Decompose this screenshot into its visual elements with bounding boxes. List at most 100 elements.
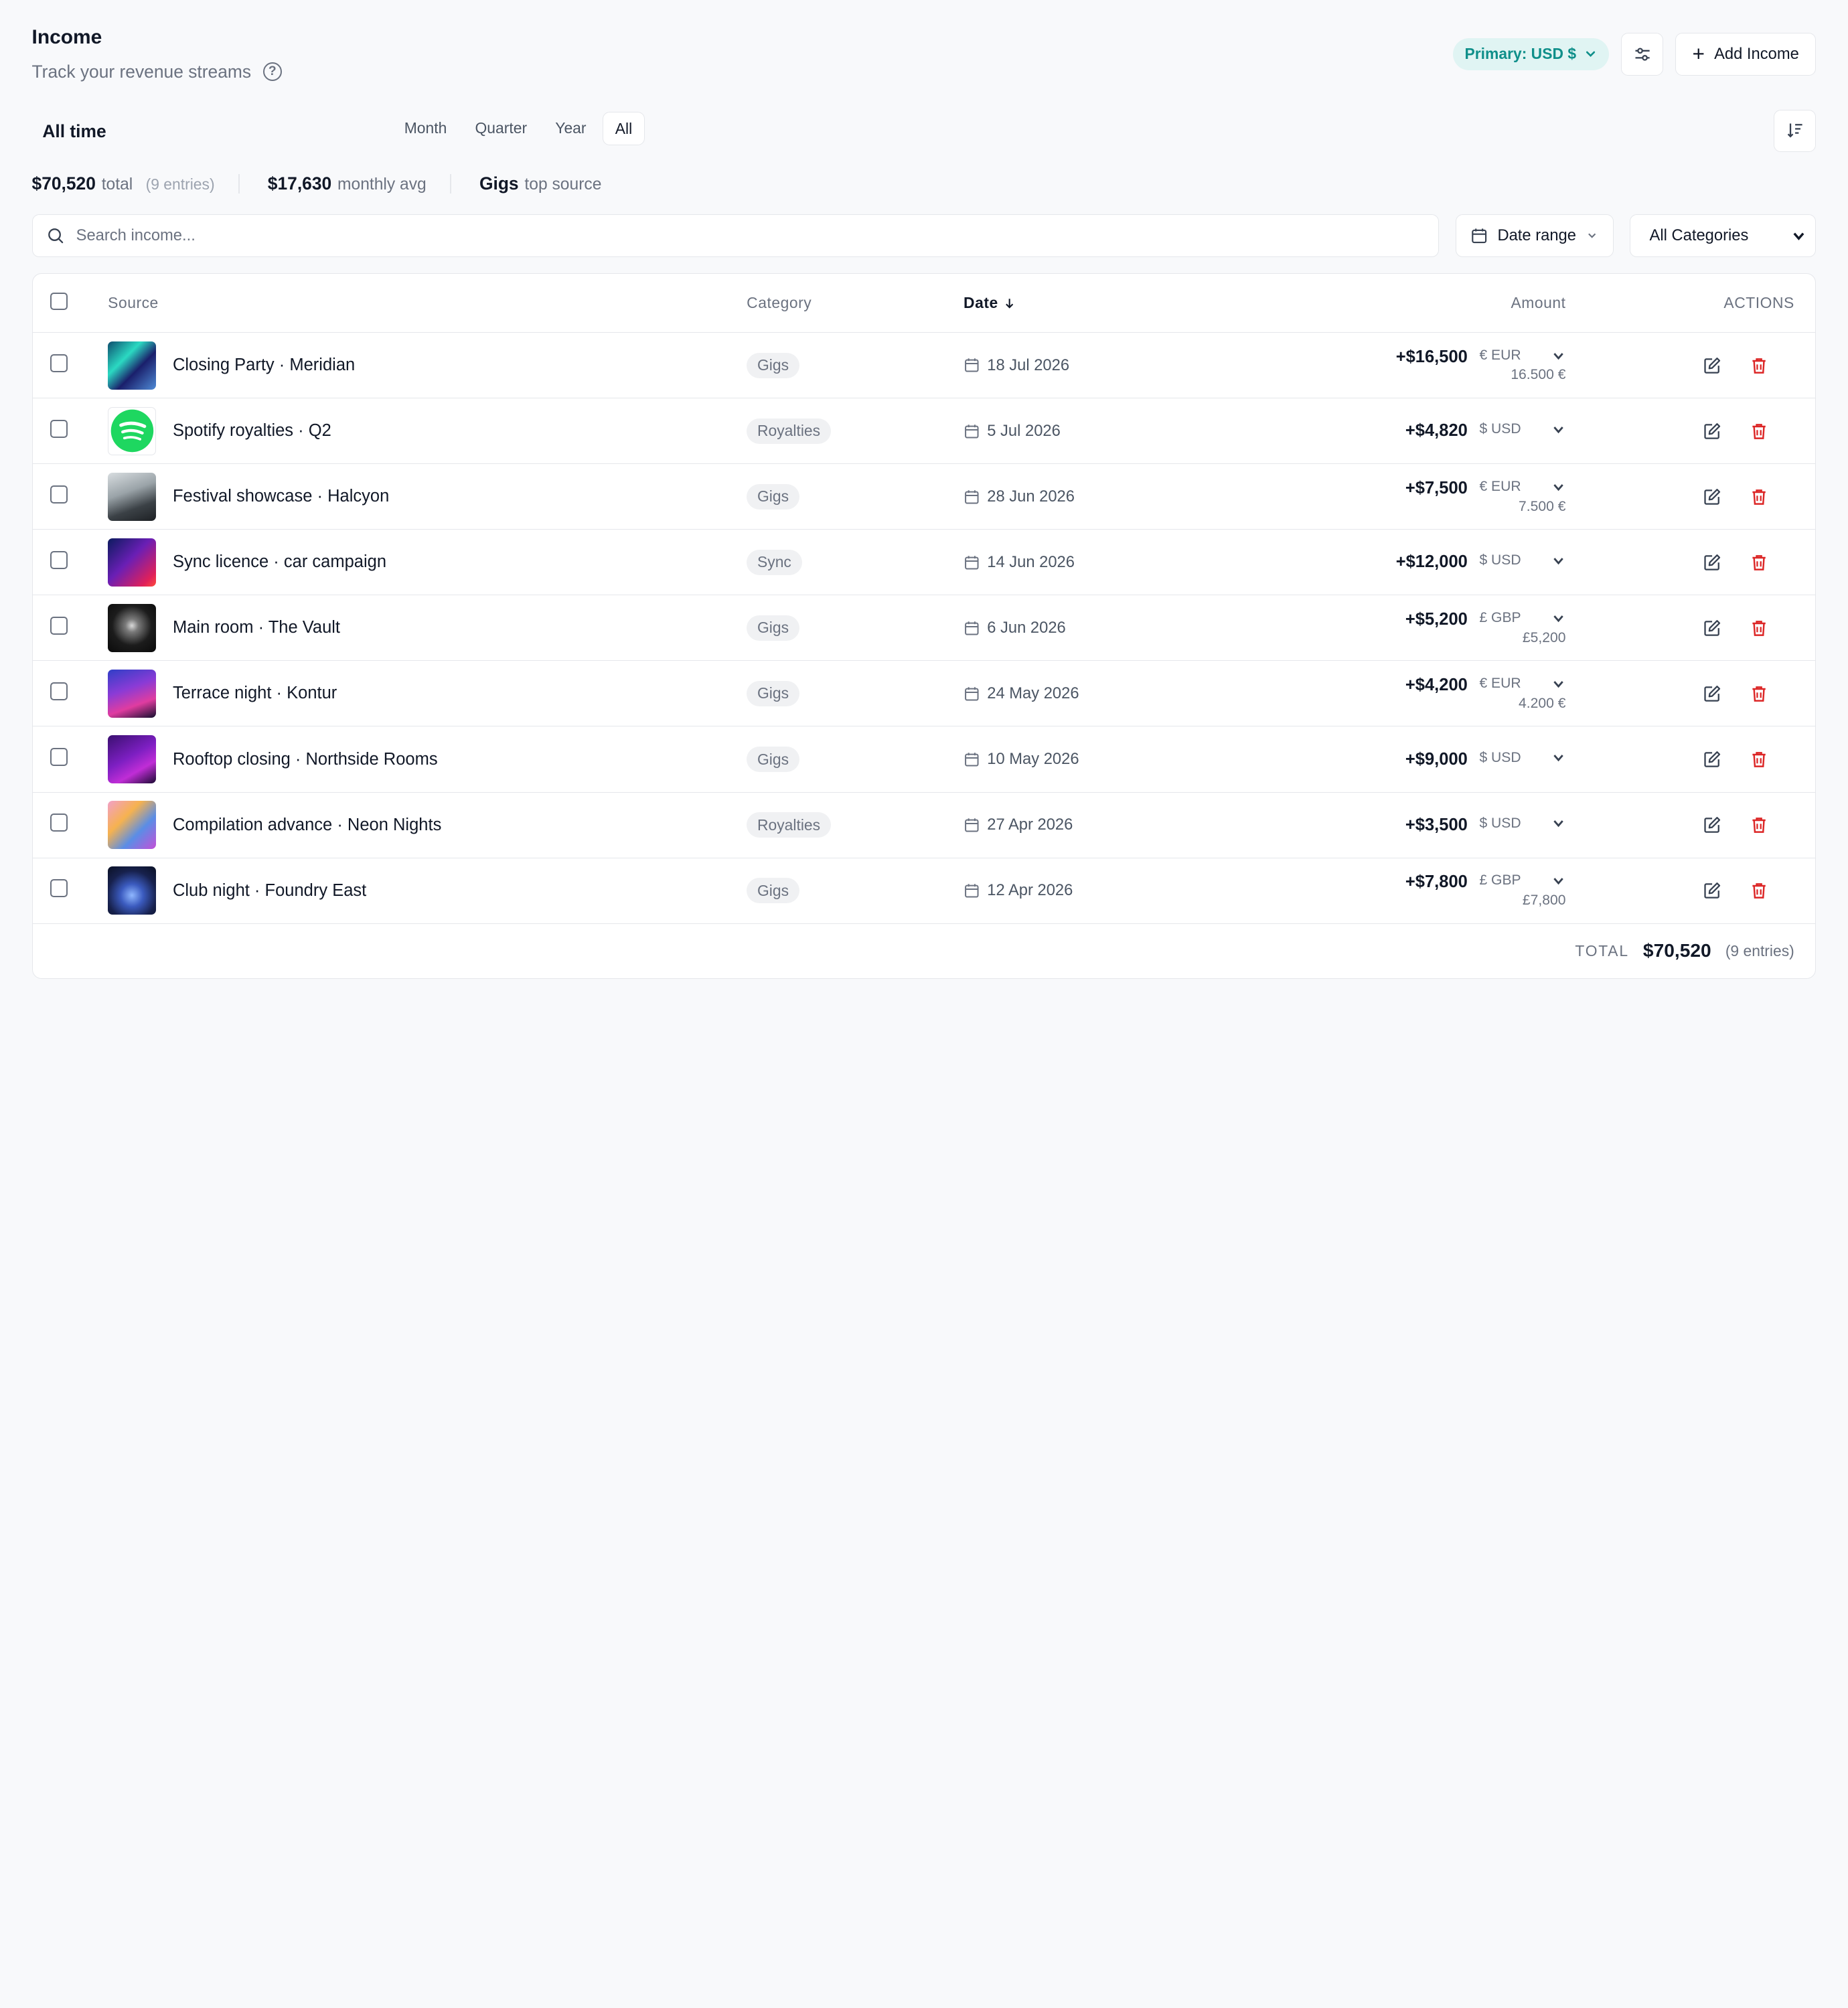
source-thumbnail <box>108 472 157 521</box>
trash-icon[interactable] <box>1750 816 1768 834</box>
amount-info: +$4,200 € EUR 4.200 € <box>1252 676 1566 711</box>
column-category[interactable]: Category <box>747 294 964 312</box>
amount-meta: £ GBP £5,200 <box>1479 610 1565 645</box>
chevron-down-icon[interactable] <box>1551 611 1565 625</box>
row-checkbox[interactable] <box>50 551 68 569</box>
row-select-cell <box>33 485 108 508</box>
trash-icon[interactable] <box>1750 750 1768 769</box>
edit-icon[interactable] <box>1703 619 1721 637</box>
date-range-label: Date range <box>1497 226 1576 244</box>
tab-quarter[interactable]: Quarter <box>463 112 539 145</box>
row-checkbox[interactable] <box>50 354 68 372</box>
amount-original: 4.200 € <box>1519 695 1566 711</box>
column-source[interactable]: Source <box>108 294 747 312</box>
edit-icon[interactable] <box>1703 684 1721 703</box>
table-header: Source Category Date Amount ACTIONS <box>32 274 1816 333</box>
chevron-down-icon[interactable] <box>1551 422 1565 437</box>
calendar-icon <box>965 358 979 373</box>
chevron-down-icon[interactable] <box>1551 554 1565 568</box>
row-checkbox[interactable] <box>50 879 68 897</box>
category-select[interactable]: All Categories <box>1630 214 1817 257</box>
row-actions <box>1565 619 1794 637</box>
trash-icon[interactable] <box>1750 881 1768 900</box>
source-thumbnail <box>108 866 157 915</box>
help-icon[interactable]: ? <box>262 62 282 82</box>
table-row: Closing Party · Meridian Gigs 18 Jul 202… <box>32 333 1816 399</box>
chevron-down-icon[interactable] <box>1551 480 1565 494</box>
tab-all[interactable]: All <box>603 112 645 146</box>
edit-icon[interactable] <box>1703 356 1721 375</box>
amount-currency-row: $ USD <box>1479 552 1565 568</box>
stat-top-source: Gigs top source <box>479 173 601 194</box>
date-info: 18 Jul 2026 <box>964 356 1252 375</box>
trash-icon[interactable] <box>1750 487 1768 506</box>
tab-month[interactable]: Month <box>392 112 459 145</box>
calendar-icon <box>1472 228 1487 243</box>
actions-cell <box>1565 356 1815 375</box>
date-cell: 14 Jun 2026 <box>964 553 1252 572</box>
edit-icon[interactable] <box>1703 422 1721 441</box>
footer-entries: (9 entries) <box>1725 941 1794 959</box>
tab-year[interactable]: Year <box>544 112 598 145</box>
chevron-down-icon[interactable] <box>1551 816 1565 830</box>
plus-icon: + <box>1692 42 1705 66</box>
date-value: 24 May 2026 <box>987 684 1079 702</box>
category-badge: Gigs <box>747 353 799 378</box>
amount-meta: $ USD <box>1479 552 1565 568</box>
calendar-icon <box>965 752 979 767</box>
sort-icon <box>1787 123 1802 138</box>
row-checkbox[interactable] <box>50 682 68 700</box>
amount-currency-row: € EUR <box>1479 676 1565 692</box>
trash-icon[interactable] <box>1750 553 1768 572</box>
column-amount[interactable]: Amount <box>1252 294 1565 312</box>
amount-cell: +$3,500 $ USD <box>1252 816 1565 835</box>
calendar-icon <box>965 424 979 439</box>
chevron-down-icon[interactable] <box>1551 874 1565 888</box>
edit-icon[interactable] <box>1703 881 1721 900</box>
category-cell: Sync <box>747 550 964 575</box>
date-info: 28 Jun 2026 <box>964 487 1252 506</box>
edit-icon[interactable] <box>1703 553 1721 572</box>
amount-cell: +$16,500 € EUR 16.500 € <box>1252 347 1566 383</box>
date-range-picker[interactable]: Date range <box>1455 214 1614 257</box>
add-income-button[interactable]: + Add Income <box>1675 33 1817 76</box>
stat-total-value: $70,520 <box>31 173 96 194</box>
actions-cell <box>1565 487 1815 506</box>
chevron-down-icon[interactable] <box>1551 677 1565 691</box>
trash-icon[interactable] <box>1750 684 1768 703</box>
row-checkbox[interactable] <box>50 748 68 766</box>
amount-value: +$12,000 <box>1395 552 1468 572</box>
primary-currency-label: Primary: USD $ <box>1464 45 1577 63</box>
calendar-icon <box>965 818 979 832</box>
category-cell: Gigs <box>747 615 964 641</box>
row-checkbox[interactable] <box>50 485 68 504</box>
amount-meta: € EUR 16.500 € <box>1479 347 1565 383</box>
row-checkbox[interactable] <box>50 420 68 438</box>
amount-info: +$3,500 $ USD <box>1252 816 1565 835</box>
subtitle-text: Track your revenue streams <box>31 61 252 82</box>
primary-currency-selector[interactable]: Primary: USD $ <box>1452 37 1610 70</box>
trash-icon[interactable] <box>1750 356 1768 375</box>
trash-icon[interactable] <box>1750 619 1768 637</box>
column-date[interactable]: Date <box>964 294 1252 312</box>
chevron-down-icon[interactable] <box>1551 349 1565 363</box>
edit-icon[interactable] <box>1703 750 1721 769</box>
settings-button[interactable] <box>1620 33 1664 76</box>
source-cell: Main room · The Vault <box>108 603 747 653</box>
sort-button[interactable] <box>1774 109 1817 153</box>
date-cell: 5 Jul 2026 <box>964 422 1252 441</box>
chevron-down-icon[interactable] <box>1551 751 1565 765</box>
category-cell: Royalties <box>747 418 964 444</box>
amount-value: +$9,000 <box>1405 749 1468 769</box>
edit-icon[interactable] <box>1703 487 1721 506</box>
amount-value: +$3,500 <box>1405 815 1468 834</box>
category-cell: Gigs <box>747 878 964 903</box>
source-thumbnail <box>108 603 157 653</box>
row-checkbox[interactable] <box>50 617 68 635</box>
row-checkbox[interactable] <box>50 814 68 832</box>
select-all-checkbox[interactable] <box>50 292 68 310</box>
trash-icon[interactable] <box>1750 422 1768 441</box>
edit-icon[interactable] <box>1703 816 1721 834</box>
source-cell: Compilation advance · Neon Nights <box>108 800 747 850</box>
search-input[interactable]: Search income... <box>31 214 1440 257</box>
